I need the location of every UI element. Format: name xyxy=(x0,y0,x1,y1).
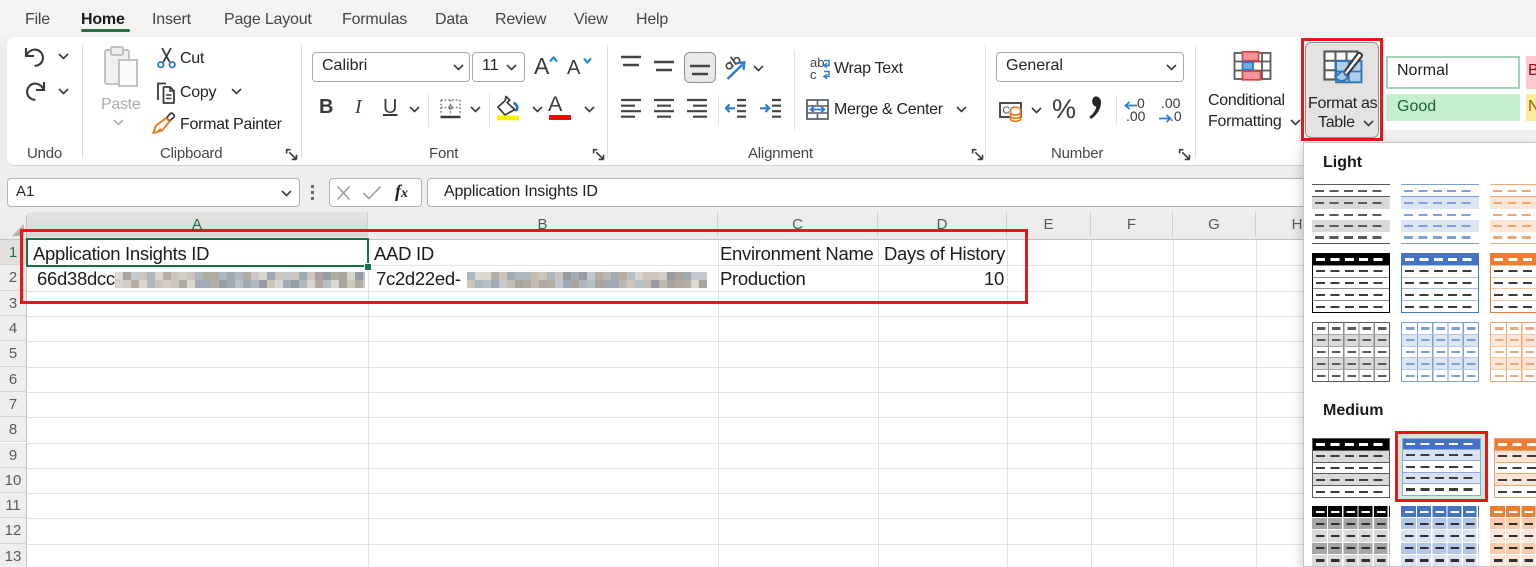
svg-text:c: c xyxy=(810,67,817,81)
svg-text:C: C xyxy=(1003,106,1010,117)
